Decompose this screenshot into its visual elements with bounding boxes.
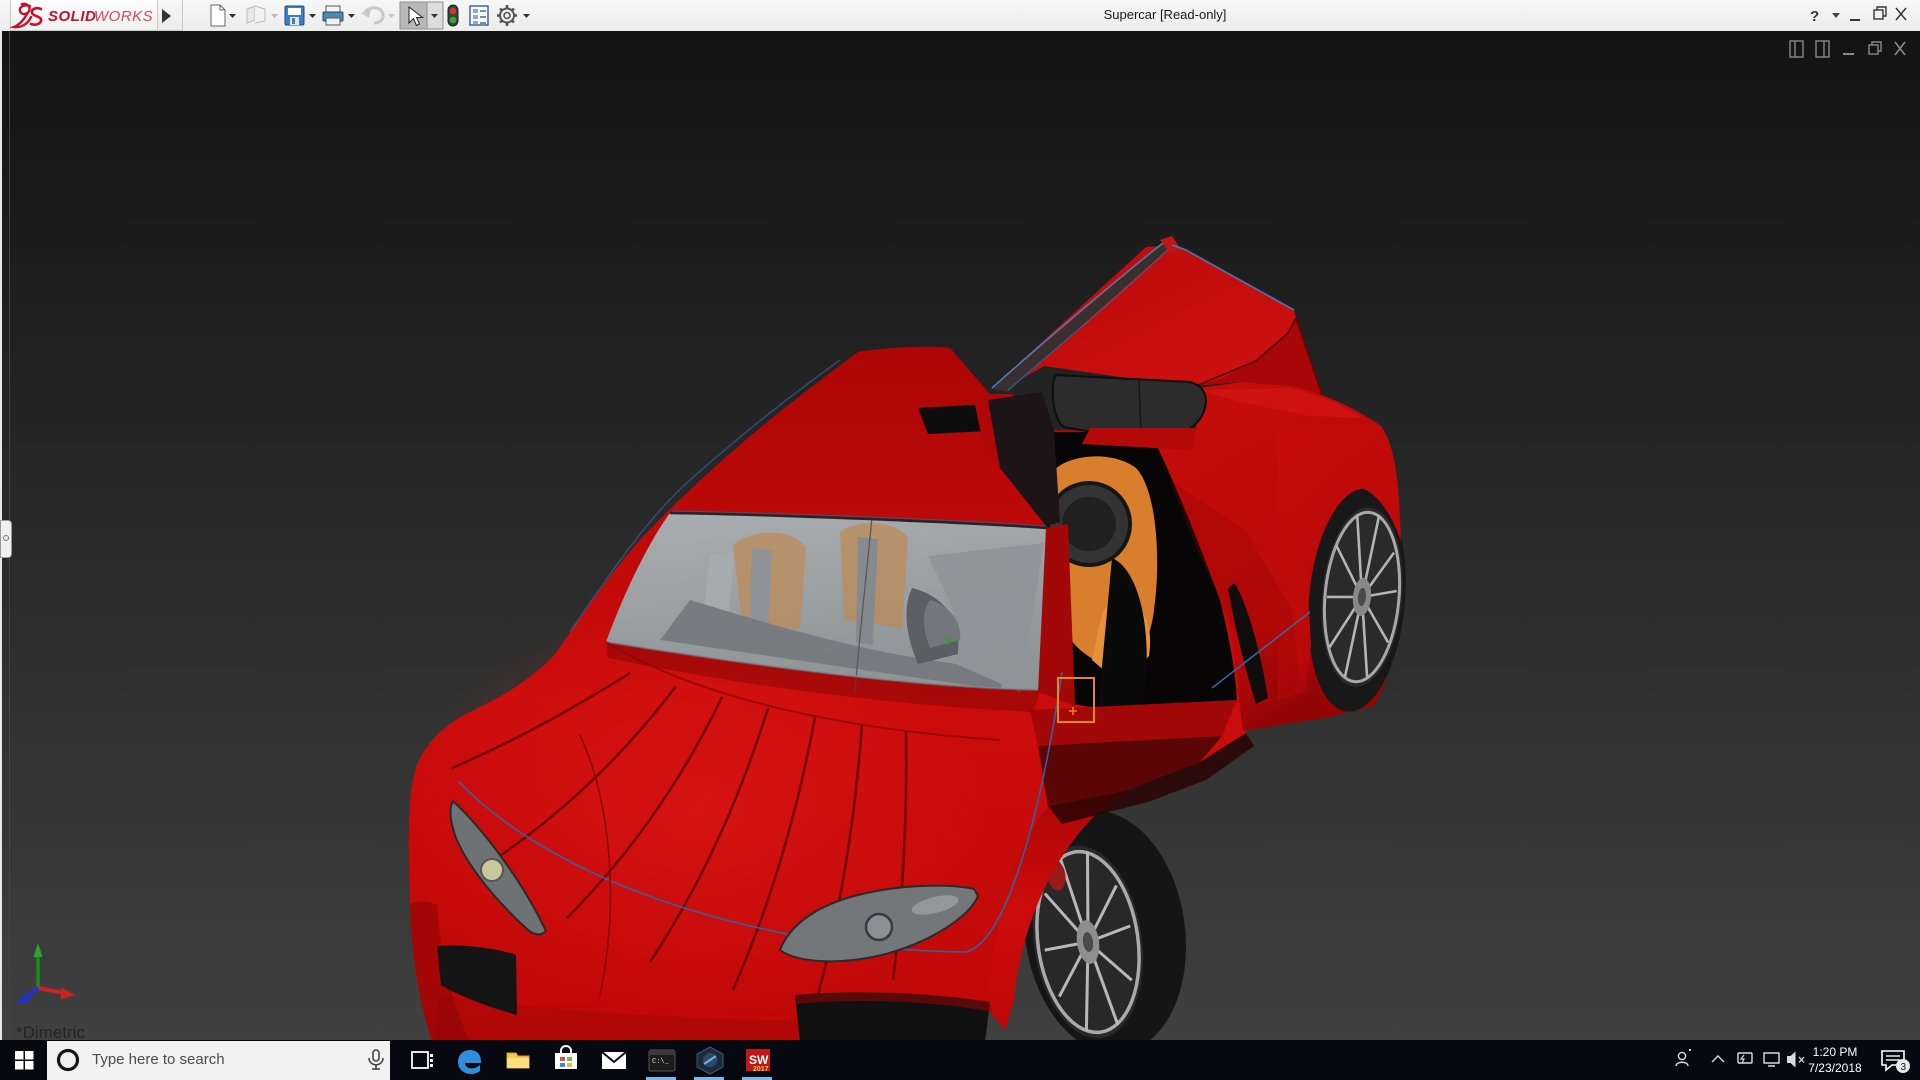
svg-text:3: 3 (1901, 1062, 1907, 1073)
svg-text:SW: SW (749, 1053, 769, 1067)
svg-text:SOLID: SOLID (48, 8, 96, 25)
svg-text:C:\_: C:\_ (652, 1058, 670, 1066)
svg-text:2017: 2017 (753, 1066, 769, 1073)
svg-text:?: ? (1810, 8, 1819, 25)
svg-text:WORKS: WORKS (94, 8, 153, 25)
